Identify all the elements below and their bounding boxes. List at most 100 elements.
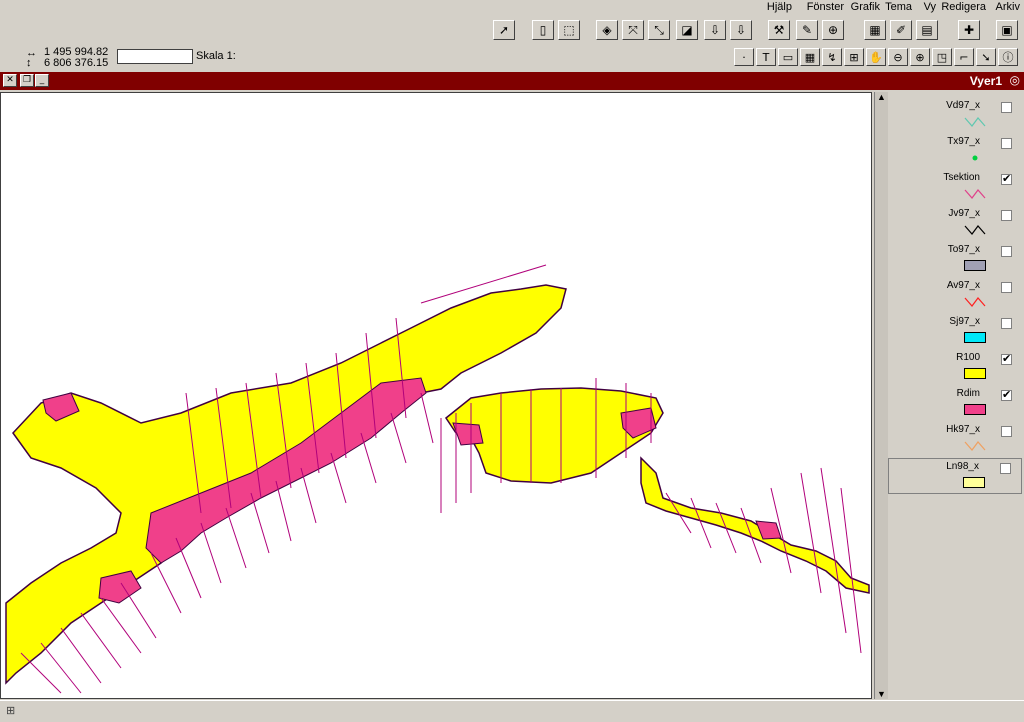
minimize-window-icon[interactable]: _: [35, 74, 49, 87]
tool-icon[interactable]: ⚒: [768, 20, 790, 40]
checkbox[interactable]: [1001, 426, 1012, 437]
fill-swatch-icon: [964, 404, 986, 415]
menu-grafik[interactable]: Grafik: [851, 1, 880, 13]
legend-label: Tsektion: [943, 172, 980, 183]
globe-icon: ◎: [1009, 73, 1020, 87]
legend-scrollbar[interactable]: ▲ ▼: [874, 92, 889, 699]
export-icon[interactable]: ⇩: [730, 20, 752, 40]
binoculars-icon[interactable]: ⊕: [822, 20, 844, 40]
menu-hjalp[interactable]: Hjälp: [767, 1, 792, 13]
rdim-area-central-west: [452, 422, 484, 446]
menu-vy[interactable]: Vy: [924, 1, 936, 13]
legend-item[interactable]: Hk97_x: [888, 422, 1022, 458]
checkbox[interactable]: [1000, 463, 1011, 474]
checkbox[interactable]: [1001, 318, 1012, 329]
checkbox[interactable]: [1001, 102, 1012, 113]
line-swatch-icon: [964, 225, 986, 235]
fill-swatch-icon: [964, 368, 986, 379]
legend-item[interactable]: Av97_x: [888, 278, 1022, 314]
zoom-selected-icon[interactable]: ◪: [676, 20, 698, 40]
fill-swatch-icon: [963, 477, 985, 488]
legend-label: Ln98_x: [946, 461, 979, 472]
checkbox[interactable]: [1001, 210, 1012, 221]
checkbox[interactable]: ✔: [1001, 354, 1012, 365]
draw-rect-icon[interactable]: ◳: [932, 48, 952, 66]
checkbox[interactable]: ✔: [1001, 390, 1012, 401]
scroll-down-icon[interactable]: ▼: [877, 689, 886, 699]
legend-item[interactable]: ✔ R100: [888, 350, 1022, 386]
legend-label: R100: [956, 352, 980, 363]
select-area-icon[interactable]: ⬚: [558, 20, 580, 40]
coord-y: 6 806 376.15: [44, 57, 109, 69]
legend-label: Vd97_x: [946, 100, 980, 111]
zoom-in-arrows-icon[interactable]: ⤡: [648, 20, 670, 40]
checkbox[interactable]: [1001, 138, 1012, 149]
table-icon[interactable]: ▦: [864, 20, 886, 40]
menu-fonster[interactable]: Fönster: [807, 1, 844, 13]
dot-swatch-icon: [972, 155, 978, 161]
legend-label: Rdim: [956, 388, 980, 399]
info-icon[interactable]: ⓘ: [998, 48, 1018, 66]
view-titlebar: ✕ ❐ _ Vyer1 ◎: [0, 72, 1024, 90]
menu-redigera[interactable]: Redigera: [941, 1, 986, 13]
import-icon[interactable]: ⇩: [704, 20, 726, 40]
point-icon[interactable]: ·: [734, 48, 754, 66]
menu-arkiv[interactable]: Arkiv: [996, 1, 1020, 13]
legend-item[interactable]: ✔ Rdim: [888, 386, 1022, 422]
page-icon[interactable]: ▯: [532, 20, 554, 40]
save-icon[interactable]: ▣: [996, 20, 1018, 40]
scale-input[interactable]: [117, 49, 193, 64]
zoom-extent-icon[interactable]: ⤧: [622, 20, 644, 40]
line-swatch-icon: [964, 297, 986, 307]
zoom-in-icon[interactable]: ⊕: [910, 48, 930, 66]
zoom-out-icon[interactable]: ⊖: [888, 48, 908, 66]
checkbox[interactable]: [1001, 246, 1012, 257]
close-window-icon[interactable]: ✕: [3, 74, 17, 87]
add-theme-icon[interactable]: ✚: [958, 20, 980, 40]
vertex-icon[interactable]: ⌐: [954, 48, 974, 66]
measure-icon[interactable]: ⊞: [844, 48, 864, 66]
view-title: Vyer1: [969, 74, 1002, 88]
restore-window-icon[interactable]: ❐: [20, 74, 34, 87]
checkbox[interactable]: ✔: [1001, 174, 1012, 185]
query-icon[interactable]: ➚: [493, 20, 515, 40]
legend-label: Tx97_x: [947, 136, 980, 147]
legend-item[interactable]: To97_x: [888, 242, 1022, 278]
r100-channel-east: [640, 456, 870, 594]
area-tool-icon[interactable]: ▦: [800, 48, 820, 66]
line-swatch-icon: [964, 189, 986, 199]
legend-item-active[interactable]: Ln98_x: [888, 458, 1022, 494]
toolbar-tools: ↔ ↕ 1 495 994.82 6 806 376.15 Skala 1: ·…: [0, 45, 1024, 71]
fill-swatch-icon: [964, 332, 986, 343]
legend-label: Jv97_x: [948, 208, 980, 219]
line-swatch-icon: [964, 441, 986, 451]
layout-icon[interactable]: ▤: [916, 20, 938, 40]
scale-label: Skala 1:: [196, 50, 236, 62]
legend-item[interactable]: Tx97_x: [888, 134, 1022, 170]
text-tool-icon[interactable]: T: [756, 48, 776, 66]
menu-bar: Arkiv Redigera Vy Tema Grafik Fönster Hj…: [0, 0, 1024, 16]
zoom-full-icon[interactable]: ◈: [596, 20, 618, 40]
label-tool-icon[interactable]: ▭: [778, 48, 798, 66]
map-canvas[interactable]: [0, 92, 872, 699]
pan-hand-icon[interactable]: ✋: [866, 48, 886, 66]
legend-label: Sj97_x: [949, 316, 980, 327]
status-bar: ⊞: [0, 700, 1024, 722]
map-svg: [5, 264, 870, 694]
scroll-up-icon[interactable]: ▲: [877, 92, 886, 102]
status-grip-icon: ⊞: [6, 705, 16, 717]
legend-item[interactable]: Vd97_x: [888, 98, 1022, 134]
line-tool-icon[interactable]: ↯: [822, 48, 842, 66]
fill-swatch-icon: [964, 260, 986, 271]
legend-item[interactable]: Jv97_x: [888, 206, 1022, 242]
legend-item[interactable]: Sj97_x: [888, 314, 1022, 350]
line-swatch-icon: [964, 117, 986, 127]
legend-item[interactable]: ✔ Tsektion: [888, 170, 1022, 206]
legend-label: Hk97_x: [946, 424, 980, 435]
checkbox[interactable]: [1001, 282, 1012, 293]
paint-icon[interactable]: ✎: [796, 20, 818, 40]
legend-label: To97_x: [947, 244, 980, 255]
menu-tema[interactable]: Tema: [885, 1, 912, 13]
pointer-icon[interactable]: ➘: [976, 48, 996, 66]
edit-icon[interactable]: ✐: [890, 20, 912, 40]
